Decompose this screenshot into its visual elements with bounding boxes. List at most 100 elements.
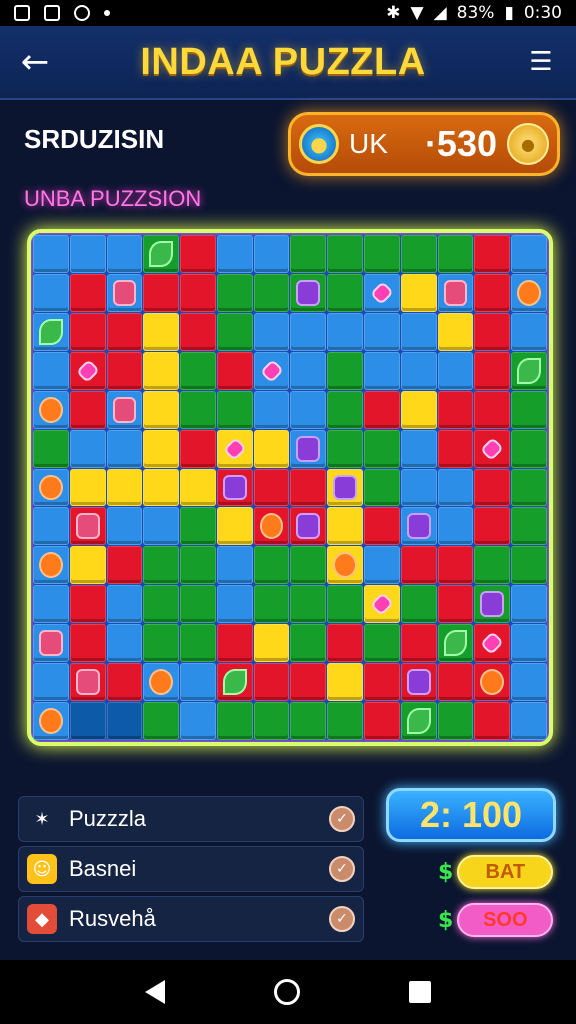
back-button[interactable]: ← [0, 25, 70, 99]
board-cell[interactable] [400, 235, 437, 273]
list-item[interactable]: ✶ Puzzzla ✓ [18, 796, 364, 842]
board-cell[interactable] [474, 351, 511, 390]
board-cell[interactable] [180, 351, 216, 390]
board-cell[interactable] [400, 624, 437, 663]
board-cell[interactable] [290, 702, 327, 740]
board-cell[interactable] [437, 312, 474, 351]
board-cell[interactable] [106, 312, 143, 351]
board-cell[interactable] [511, 663, 547, 702]
board-cell[interactable] [364, 312, 400, 351]
board-cell[interactable] [327, 585, 364, 624]
board-cell[interactable] [400, 429, 437, 468]
board-cell[interactable] [474, 429, 511, 468]
board-cell[interactable] [364, 468, 400, 507]
board-cell[interactable] [290, 429, 327, 468]
board-cell[interactable] [474, 235, 511, 273]
board-cell[interactable] [216, 663, 253, 702]
board-cell[interactable] [143, 546, 180, 585]
reward-button[interactable]: SOO [457, 903, 554, 937]
board-cell[interactable] [511, 390, 547, 429]
board-cell[interactable] [180, 585, 216, 624]
board-cell[interactable] [437, 390, 474, 429]
board-cell[interactable] [437, 507, 474, 546]
board-cell[interactable] [511, 235, 547, 273]
board-cell[interactable] [143, 235, 180, 273]
board-cell[interactable] [290, 507, 327, 546]
board-cell[interactable] [143, 273, 180, 312]
board-cell[interactable] [327, 468, 364, 507]
board-cell[interactable] [511, 468, 547, 507]
board-cell[interactable] [327, 429, 364, 468]
board-cell[interactable] [106, 585, 143, 624]
board-cell[interactable] [69, 585, 106, 624]
board-cell[interactable] [364, 624, 400, 663]
board-cell[interactable] [253, 312, 290, 351]
board-cell[interactable] [143, 702, 180, 740]
board-cell[interactable] [290, 235, 327, 273]
board-cell[interactable] [33, 624, 69, 663]
board-cell[interactable] [400, 312, 437, 351]
board-cell[interactable] [327, 390, 364, 429]
board-cell[interactable] [33, 429, 69, 468]
board-cell[interactable] [327, 351, 364, 390]
board-cell[interactable] [511, 351, 547, 390]
board-cell[interactable] [511, 429, 547, 468]
board-cell[interactable] [69, 235, 106, 273]
board-cell[interactable] [216, 507, 253, 546]
board-cell[interactable] [327, 546, 364, 585]
board-cell[interactable] [364, 546, 400, 585]
board-cell[interactable] [253, 507, 290, 546]
board-cell[interactable] [364, 702, 400, 740]
check-icon[interactable]: ✓ [329, 856, 355, 882]
board-cell[interactable] [69, 663, 106, 702]
board-cell[interactable] [180, 273, 216, 312]
board-cell[interactable] [290, 351, 327, 390]
board-cell[interactable] [290, 468, 327, 507]
board-cell[interactable] [437, 235, 474, 273]
board-cell[interactable] [327, 312, 364, 351]
board-cell[interactable] [143, 507, 180, 546]
board-cell[interactable] [327, 235, 364, 273]
board-cell[interactable] [253, 624, 290, 663]
board-cell[interactable] [106, 546, 143, 585]
board-cell[interactable] [180, 546, 216, 585]
board-cell[interactable] [69, 468, 106, 507]
board-cell[interactable] [364, 351, 400, 390]
board-cell[interactable] [216, 468, 253, 507]
board-cell[interactable] [216, 273, 253, 312]
board-cell[interactable] [180, 468, 216, 507]
board-cell[interactable] [511, 273, 547, 312]
board-cell[interactable] [474, 468, 511, 507]
board-cell[interactable] [216, 312, 253, 351]
board-cell[interactable] [33, 390, 69, 429]
board-cell[interactable] [400, 663, 437, 702]
board-cell[interactable] [69, 273, 106, 312]
board-cell[interactable] [474, 663, 511, 702]
board-cell[interactable] [327, 702, 364, 740]
board-cell[interactable] [69, 702, 106, 740]
nav-back-icon[interactable] [144, 980, 165, 1004]
board-cell[interactable] [400, 546, 437, 585]
board-cell[interactable] [69, 624, 106, 663]
board-cell[interactable] [33, 507, 69, 546]
menu-button[interactable]: ☰ [506, 25, 576, 99]
board-cell[interactable] [143, 663, 180, 702]
board-cell[interactable] [400, 351, 437, 390]
board-cell[interactable] [290, 663, 327, 702]
board-cell[interactable] [143, 624, 180, 663]
board-cell[interactable] [474, 507, 511, 546]
board-cell[interactable] [106, 624, 143, 663]
board-cell[interactable] [474, 312, 511, 351]
board-cell[interactable] [106, 702, 143, 740]
board-cell[interactable] [33, 351, 69, 390]
board-cell[interactable] [437, 351, 474, 390]
reward-row[interactable]: $ SOO [438, 902, 554, 938]
board-cell[interactable] [69, 390, 106, 429]
board-cell[interactable] [437, 273, 474, 312]
board-cell[interactable] [290, 273, 327, 312]
board-cell[interactable] [327, 273, 364, 312]
board-cell[interactable] [216, 390, 253, 429]
board-cell[interactable] [364, 273, 400, 312]
board-cell[interactable] [327, 507, 364, 546]
board-cell[interactable] [69, 351, 106, 390]
